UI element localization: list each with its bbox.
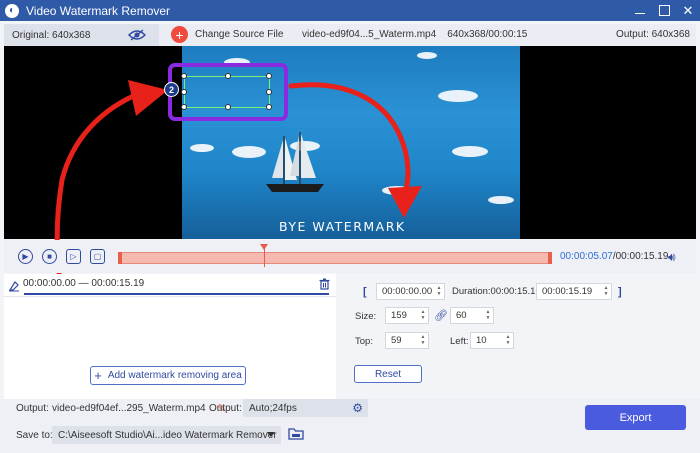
minimize-icon[interactable] xyxy=(634,5,646,17)
spinner-icon[interactable]: ▲ ▼ xyxy=(436,285,442,298)
segment-row[interactable]: 00:00:00.00 — 00:00:15.19 xyxy=(4,274,336,297)
trim-start-handle[interactable] xyxy=(118,252,122,264)
reset-button[interactable]: Reset xyxy=(354,365,422,383)
playhead[interactable] xyxy=(260,244,268,267)
spinner-icon[interactable]: ▲ ▼ xyxy=(603,285,609,298)
step-badge-2: 2 xyxy=(164,82,179,97)
close-icon[interactable]: ✕ xyxy=(682,4,694,17)
chevron-down-icon[interactable] xyxy=(267,432,275,437)
ice-floe xyxy=(488,196,514,204)
output-file-name: video-ed9f04ef...295_Waterm.mp4 xyxy=(52,403,206,414)
app-window: ◐ Video Watermark Remover ✕ Original: 64… xyxy=(0,0,700,453)
spinner-icon[interactable]: ▲ ▼ xyxy=(420,309,426,322)
folder-icon[interactable] xyxy=(288,427,304,440)
end-time-value: 00:00:15.19 xyxy=(542,286,593,297)
output-settings-value: Auto;24fps xyxy=(249,402,297,414)
spinner-icon[interactable]: ▲ ▼ xyxy=(485,309,491,322)
duration-label: Duration:00:00:15.19 xyxy=(452,286,541,297)
start-time-field[interactable]: 00:00:00.00 ▲ ▼ xyxy=(376,283,445,300)
save-path-select[interactable]: C:\Aiseesoft Studio\Ai...ideo Watermark … xyxy=(52,426,281,444)
window-title: Video Watermark Remover xyxy=(26,3,171,18)
output-resolution-label: Output: 640x368 xyxy=(616,29,690,40)
start-time-value: 00:00:00.00 xyxy=(382,286,433,297)
height-value: 60 xyxy=(456,310,467,321)
width-value: 159 xyxy=(391,310,407,321)
top-value: 59 xyxy=(391,335,402,346)
gear-icon[interactable]: ⚙ xyxy=(352,401,363,415)
crop-frame-icon[interactable]: ▢ xyxy=(90,249,105,264)
timeline-track[interactable] xyxy=(118,252,552,264)
eye-icon[interactable] xyxy=(128,28,146,42)
export-button[interactable]: Export xyxy=(585,405,686,430)
left-value: 10 xyxy=(476,335,487,346)
change-source-file-button[interactable]: + Change Source File xyxy=(171,26,283,43)
total-time: /00:00:15.19 xyxy=(612,251,669,262)
spinner-icon[interactable]: ▲ ▼ xyxy=(420,334,426,347)
output-settings-field[interactable]: Auto;24fps ⚙ xyxy=(243,399,368,417)
segment-duration-bar xyxy=(24,293,329,295)
source-file-info: video-ed9f04...5_Waterm.mp4 640x368/00:0… xyxy=(302,29,528,40)
link-ratio-icon[interactable]: 🔗︎ xyxy=(434,309,448,322)
area-settings-panel: [ 00:00:00.00 ▲ ▼ Duration:00:00:15.19 00… xyxy=(340,274,696,399)
time-readout: 00:00:05.07/00:00:15.19 xyxy=(560,251,668,262)
height-field[interactable]: 60 ▲ ▼ xyxy=(450,307,494,324)
change-source-label: Change Source File xyxy=(195,29,284,40)
segment-time-range: 00:00:00.00 — 00:00:15.19 xyxy=(23,278,145,289)
save-to-label: Save to: xyxy=(16,430,53,441)
highlight-box-selection xyxy=(168,63,288,121)
ice-floe xyxy=(382,186,412,195)
video-preview: BYE WATERMARK xyxy=(4,46,696,239)
ice-floe xyxy=(438,90,478,102)
plus-circle-icon: + xyxy=(171,26,188,43)
timeline-bar: ▶ ■ ▷ ▢ 00:00:05.07/00:00:15.19 🔊︎ xyxy=(4,240,696,273)
app-logo-icon: ◐ xyxy=(5,3,19,18)
info-bar: Original: 640x368 + Change Source File v… xyxy=(4,24,696,46)
output-label: Output: xyxy=(16,403,49,414)
top-label: Top: xyxy=(355,336,373,347)
segment-list-panel: 00:00:00.00 — 00:00:15.19 + Add watermar… xyxy=(4,274,336,399)
spinner-icon[interactable]: ▲ ▼ xyxy=(505,334,511,347)
original-resolution-box: Original: 640x368 xyxy=(4,24,159,46)
width-field[interactable]: 159 ▲ ▼ xyxy=(385,307,429,324)
eraser-icon xyxy=(8,281,19,292)
plus-icon: + xyxy=(94,368,102,383)
play-icon[interactable]: ▶ xyxy=(18,249,33,264)
trash-icon[interactable] xyxy=(319,278,330,290)
title-bar: ◐ Video Watermark Remover ✕ xyxy=(0,0,700,21)
ice-floe xyxy=(232,146,266,158)
left-label: Left: xyxy=(450,336,469,347)
watermark-text: BYE WATERMARK xyxy=(279,219,406,234)
ice-floe xyxy=(452,146,488,157)
set-end-icon[interactable]: ] xyxy=(618,286,622,298)
output-settings-label: Output: xyxy=(209,403,242,414)
sailboat-image xyxy=(266,132,324,192)
save-path-value: C:\Aiseesoft Studio\Ai...ideo Watermark … xyxy=(58,429,277,441)
size-label: Size: xyxy=(355,311,377,322)
ice-floe xyxy=(190,144,214,152)
next-frame-icon[interactable]: ▷ xyxy=(66,249,81,264)
top-field[interactable]: 59 ▲ ▼ xyxy=(385,332,429,349)
stop-icon[interactable]: ■ xyxy=(42,249,57,264)
current-time: 00:00:05.07 xyxy=(560,251,613,262)
set-start-icon[interactable]: [ xyxy=(363,286,367,298)
end-time-field[interactable]: 00:00:15.19 ▲ ▼ xyxy=(536,283,612,300)
add-watermark-area-button[interactable]: + Add watermark removing area xyxy=(90,366,246,385)
ice-floe xyxy=(417,52,437,59)
trim-end-handle[interactable] xyxy=(548,252,552,264)
add-watermark-area-label: Add watermark removing area xyxy=(107,370,242,381)
bottom-bar: Output: video-ed9f04ef...295_Waterm.mp4 … xyxy=(0,399,700,453)
left-field[interactable]: 10 ▲ ▼ xyxy=(470,332,514,349)
window-controls: ✕ xyxy=(634,0,694,21)
maximize-icon[interactable] xyxy=(658,5,670,17)
original-resolution-label: Original: 640x368 xyxy=(12,29,91,41)
volume-icon[interactable]: 🔊︎ xyxy=(668,250,676,265)
